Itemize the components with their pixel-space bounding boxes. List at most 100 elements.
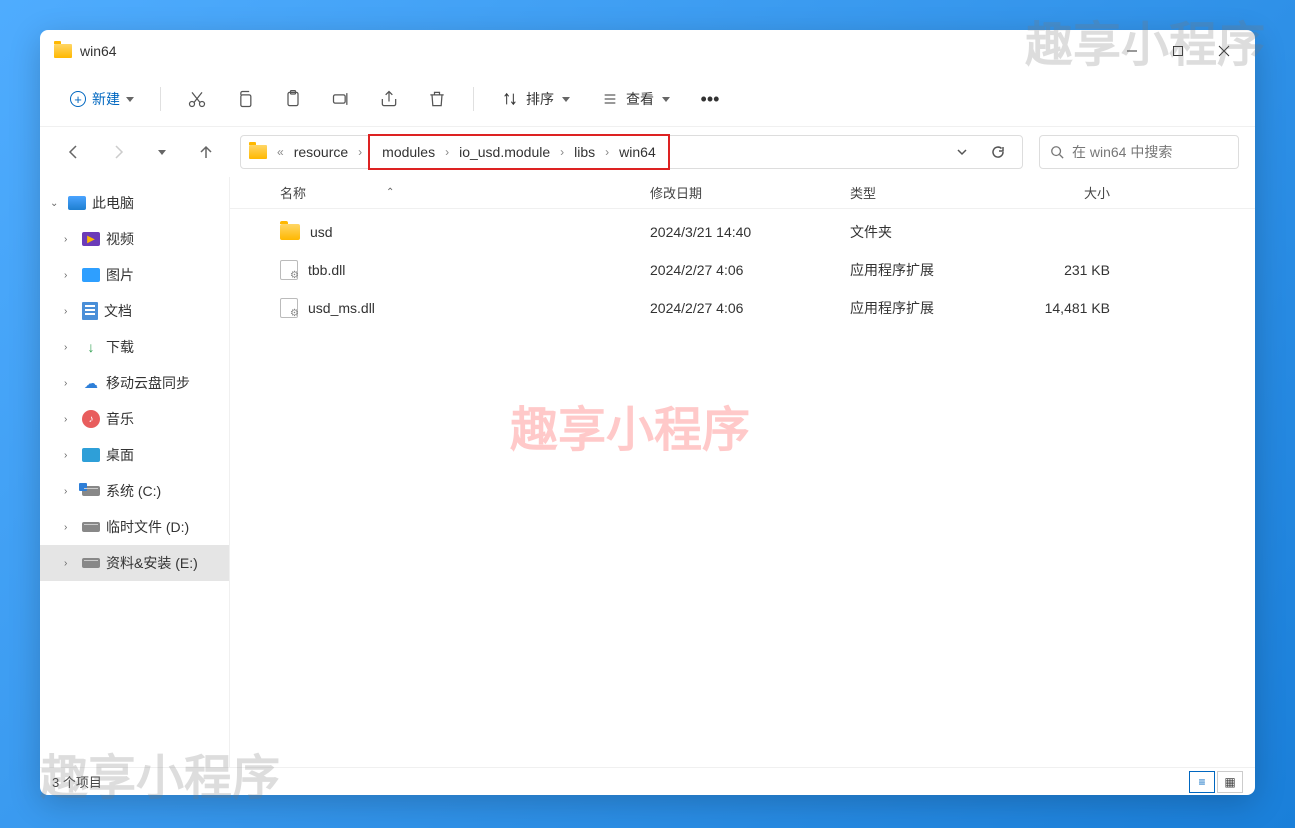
back-button[interactable] — [56, 134, 92, 170]
sidebar-item[interactable]: › 文档 — [40, 293, 229, 329]
chevron-right-icon: › — [64, 378, 76, 389]
divider — [473, 87, 474, 111]
cut-button[interactable] — [177, 81, 217, 117]
highlight-annotation: modules › io_usd.module › libs › win64 — [368, 134, 670, 170]
sidebar-item[interactable]: › 桌面 — [40, 437, 229, 473]
dll-icon — [280, 260, 298, 280]
folder-icon — [54, 44, 72, 58]
chevron-right-icon: › — [64, 342, 76, 353]
sidebar-item-this-pc[interactable]: ⌄ 此电脑 — [40, 185, 229, 221]
details-view-button[interactable]: ≡ — [1189, 771, 1215, 793]
chevron-down-icon — [662, 97, 670, 102]
new-button[interactable]: + 新建 — [60, 81, 144, 117]
status-items-count: 3 个项目 — [52, 772, 102, 791]
column-headers: 名称 ⌃ 修改日期 类型 大小 — [230, 177, 1255, 209]
view-button[interactable]: 查看 — [590, 89, 682, 109]
more-button[interactable]: ••• — [690, 81, 730, 117]
search-icon — [1050, 145, 1064, 159]
file-row[interactable]: usd_ms.dll 2024/2/27 4:06 应用程序扩展 14,481 … — [230, 289, 1255, 327]
folder-icon — [249, 145, 267, 159]
recent-button[interactable] — [144, 134, 180, 170]
navbar: « resource › modules › io_usd.module › l… — [40, 127, 1255, 177]
maximize-button[interactable] — [1155, 35, 1201, 67]
history-button[interactable] — [946, 137, 978, 167]
chevron-down-icon — [158, 150, 166, 155]
address-bar[interactable]: « resource › modules › io_usd.module › l… — [240, 135, 1023, 169]
statusbar: 3 个项目 ≡ ▦ — [40, 767, 1255, 795]
drive-icon — [82, 558, 100, 568]
breadcrumb-item[interactable]: win64 — [615, 142, 660, 162]
chevron-down-icon — [126, 97, 134, 102]
close-button[interactable] — [1201, 35, 1247, 67]
window-title: win64 — [80, 43, 117, 59]
file-type: 文件夹 — [850, 222, 1010, 242]
sidebar-label: 系统 (C:) — [106, 481, 161, 501]
sidebar-label: 图片 — [106, 265, 134, 285]
up-button[interactable] — [188, 134, 224, 170]
chevron-right-icon: › — [64, 486, 76, 497]
breadcrumb-item[interactable]: resource — [290, 142, 352, 162]
search-input[interactable]: 在 win64 中搜索 — [1039, 135, 1239, 169]
sidebar-item[interactable]: › ▶ 视频 — [40, 221, 229, 257]
file-date: 2024/3/21 14:40 — [650, 224, 850, 240]
file-type: 应用程序扩展 — [850, 260, 1010, 280]
music-icon: ♪ — [82, 410, 100, 428]
sidebar-item[interactable]: › 系统 (C:) — [40, 473, 229, 509]
minimize-button[interactable] — [1109, 35, 1155, 67]
breadcrumb-item[interactable]: modules — [378, 142, 439, 162]
chevron-down-icon: ⌄ — [50, 198, 62, 209]
chevron-right-icon: › — [443, 145, 451, 159]
forward-button[interactable] — [100, 134, 136, 170]
sort-indicator-icon: ⌃ — [386, 187, 394, 198]
paste-button[interactable] — [273, 81, 313, 117]
sidebar-item[interactable]: › ↓ 下载 — [40, 329, 229, 365]
file-date: 2024/2/27 4:06 — [650, 300, 850, 316]
sidebar-item[interactable]: › 图片 — [40, 257, 229, 293]
file-area: 名称 ⌃ 修改日期 类型 大小 usd 2024/3/21 14:40 文件夹 … — [230, 177, 1255, 767]
drive-icon — [82, 486, 100, 496]
sidebar-item[interactable]: › 临时文件 (D:) — [40, 509, 229, 545]
plus-icon: + — [70, 91, 86, 107]
share-button[interactable] — [369, 81, 409, 117]
column-header-date[interactable]: 修改日期 — [650, 183, 850, 202]
rename-button[interactable] — [321, 81, 361, 117]
dll-icon — [280, 298, 298, 318]
computer-icon — [68, 196, 86, 210]
document-icon — [82, 302, 98, 320]
chevron-right-icon: › — [64, 522, 76, 533]
refresh-button[interactable] — [982, 137, 1014, 167]
sidebar-item[interactable]: › ♪ 音乐 — [40, 401, 229, 437]
delete-button[interactable] — [417, 81, 457, 117]
file-list: usd 2024/3/21 14:40 文件夹 tbb.dll 2024/2/2… — [230, 209, 1255, 767]
sidebar-item[interactable]: › ☁ 移动云盘同步 — [40, 365, 229, 401]
copy-button[interactable] — [225, 81, 265, 117]
column-header-size[interactable]: 大小 — [1010, 183, 1130, 202]
icons-view-button[interactable]: ▦ — [1217, 771, 1243, 793]
sidebar-item[interactable]: › 资料&安装 (E:) — [40, 545, 229, 581]
file-type: 应用程序扩展 — [850, 298, 1010, 318]
breadcrumb-item[interactable]: libs — [570, 142, 599, 162]
chevron-right-icon: › — [603, 145, 611, 159]
file-date: 2024/2/27 4:06 — [650, 262, 850, 278]
file-row[interactable]: usd 2024/3/21 14:40 文件夹 — [230, 213, 1255, 251]
chevron-right-icon: › — [64, 558, 76, 569]
column-header-type[interactable]: 类型 — [850, 183, 1010, 202]
chevron-right-icon: › — [558, 145, 566, 159]
sidebar: ⌄ 此电脑 › ▶ 视频 › 图片 › 文档 › ↓ 下载 › ☁ 移动云盘 — [40, 177, 230, 767]
sidebar-label: 资料&安装 (E:) — [106, 553, 198, 573]
sidebar-label: 移动云盘同步 — [106, 373, 190, 393]
new-button-label: 新建 — [92, 89, 120, 109]
file-size: 14,481 KB — [1010, 300, 1130, 316]
breadcrumb-item[interactable]: io_usd.module — [455, 142, 554, 162]
file-name: usd — [310, 224, 333, 240]
sort-button[interactable]: 排序 — [490, 89, 582, 109]
cloud-icon: ☁ — [82, 374, 100, 392]
chevron-right-icon: › — [64, 270, 76, 281]
file-row[interactable]: tbb.dll 2024/2/27 4:06 应用程序扩展 231 KB — [230, 251, 1255, 289]
chevron-right-icon: › — [64, 450, 76, 461]
sidebar-label: 桌面 — [106, 445, 134, 465]
column-header-name[interactable]: 名称 ⌃ — [250, 183, 650, 202]
breadcrumb-overflow[interactable]: « — [275, 145, 286, 159]
file-name: tbb.dll — [308, 262, 345, 278]
chevron-right-icon: › — [64, 234, 76, 245]
